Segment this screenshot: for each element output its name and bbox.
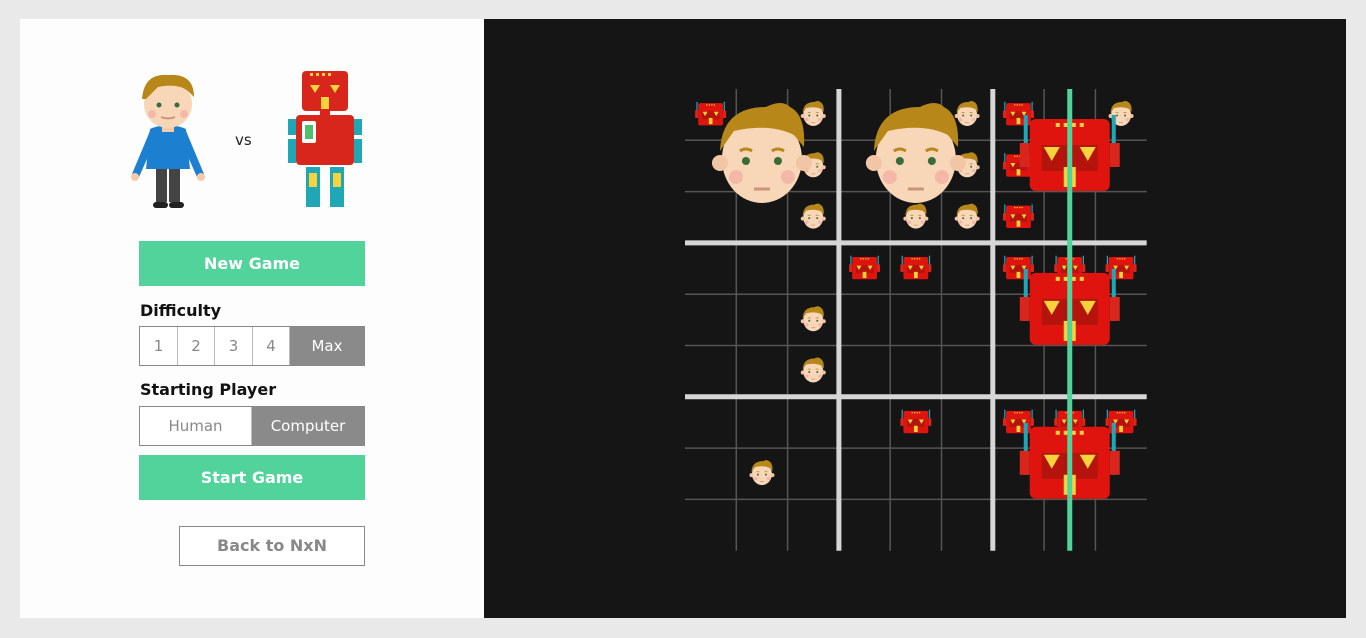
- human-piece: [903, 203, 929, 229]
- difficulty-option-3[interactable]: 3: [215, 327, 253, 365]
- robot-piece: [900, 409, 932, 434]
- human-player-avatar: [131, 74, 205, 208]
- game-board-area: [484, 19, 1346, 618]
- robot-piece: [900, 255, 932, 280]
- robot-piece: [1002, 255, 1034, 280]
- difficulty-heading: Difficulty: [140, 301, 222, 320]
- difficulty-option-1[interactable]: 1: [140, 327, 178, 365]
- human-piece: [749, 460, 775, 486]
- difficulty-selector: 1 2 3 4 Max: [139, 326, 365, 366]
- human-piece: [800, 101, 826, 126]
- robot-piece: [1002, 409, 1034, 434]
- starting-option-computer[interactable]: Computer: [252, 407, 364, 445]
- robot-piece: [1105, 255, 1137, 280]
- new-game-button[interactable]: New Game: [139, 241, 365, 286]
- human-piece: [954, 101, 980, 126]
- robot-piece: [849, 255, 881, 280]
- human-piece: [800, 306, 826, 332]
- human-piece: [800, 357, 826, 383]
- difficulty-option-2[interactable]: 2: [178, 327, 215, 365]
- human-piece: [800, 203, 826, 229]
- macro-winner-human: [865, 103, 966, 203]
- starting-option-human[interactable]: Human: [140, 407, 252, 445]
- computer-player-avatar: [288, 71, 362, 207]
- robot-piece: [1105, 409, 1137, 434]
- control-panel: vs New Game Difficulty 1 2 3 4 Max Start…: [20, 19, 484, 618]
- difficulty-option-max[interactable]: Max: [290, 327, 364, 365]
- game-board[interactable]: [484, 19, 1346, 618]
- starting-player-selector: Human Computer: [139, 406, 365, 446]
- difficulty-option-4[interactable]: 4: [253, 327, 290, 365]
- robot-piece: [695, 101, 727, 126]
- robot-piece: [1002, 101, 1034, 126]
- robot-piece: [1002, 204, 1034, 228]
- players-avatars: vs: [128, 69, 378, 214]
- start-game-button[interactable]: Start Game: [139, 455, 365, 500]
- starting-player-heading: Starting Player: [140, 380, 277, 399]
- back-to-nxn-button[interactable]: Back to NxN: [179, 526, 365, 566]
- human-piece: [954, 203, 980, 229]
- vs-label: vs: [235, 131, 252, 149]
- macro-winner-human: [711, 103, 812, 203]
